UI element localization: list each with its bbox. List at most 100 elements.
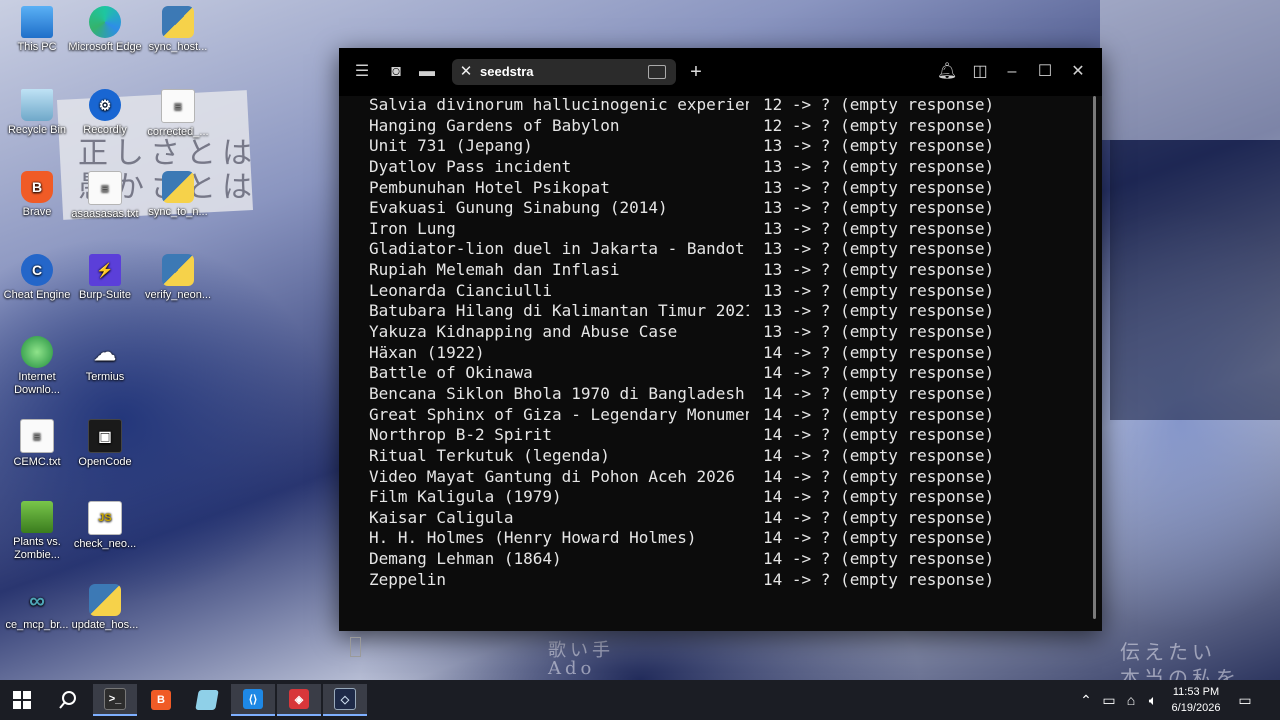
line-status: 13 -> ? (empty response) [763, 301, 995, 321]
line-title: Pembunuhan Hotel Psikopat [369, 177, 610, 197]
line-title: Kaisar Caligula [369, 507, 514, 527]
pvz-icon [21, 501, 53, 533]
taskbar: >_ B ⟨⟩ ◈ ◇ ⌃ ▭ ⌂ 🔈︎ 11:53 PM 6/19/2026 … [0, 680, 1280, 720]
notification-icon[interactable]: ▭ [1232, 680, 1258, 720]
this-pc-icon [21, 6, 53, 38]
js-file-icon: JS [88, 501, 122, 535]
tray-overflow-icon[interactable]: ⌃ [1076, 680, 1096, 720]
desktop-icon-label: corrected_... [147, 126, 209, 138]
desktop-icon[interactable]: ≡ CEMC.txt [0, 419, 74, 469]
desktop-icon[interactable]: JS check_neo... [68, 501, 142, 551]
output-line: Ritual Terkutuk (legenda) 14 -> ? (empty … [369, 446, 1086, 467]
desktop-icon[interactable]: Plants vs. Zombie... [0, 501, 74, 562]
line-status: 14 -> ? (empty response) [763, 363, 995, 383]
scrollbar[interactable] [1093, 96, 1096, 619]
line-title: Film Kaligula (1979) [369, 487, 562, 507]
desktop-icon[interactable]: Internet Downlo... [0, 336, 74, 397]
desktop-icon-label: OpenCode [78, 456, 132, 468]
terminal-window[interactable]: ☰ ◙ ▬ ✕ seedstra + 🔔︎ ◫ – ☐ ✕ Salvia div… [339, 48, 1102, 657]
desktop-icon[interactable]: verify_neon... [141, 254, 215, 302]
line-title: Iron Lung [369, 218, 456, 238]
desktop-icon[interactable]: ⚡ Burp-Suite [68, 254, 142, 302]
desktop-icon-label: Cheat Engine [3, 289, 71, 301]
desktop-icon[interactable]: Recycle Bin [0, 89, 74, 137]
desktop-icon[interactable]: B Brave [0, 171, 74, 219]
line-title: Salvia divinorum hallucinogenic experien [369, 95, 749, 114]
maximize-button[interactable]: ☐ [1033, 60, 1057, 84]
desktop-icon[interactable]: This PC [0, 6, 74, 54]
desktop-icon[interactable]: ⚙ Recordly [68, 89, 142, 137]
line-status: 12 -> ? (empty response) [763, 95, 995, 114]
line-status: 13 -> ? (empty response) [763, 239, 995, 259]
taskbar-notepad[interactable] [185, 684, 229, 716]
title-bar[interactable]: ☰ ◙ ▬ ✕ seedstra + 🔔︎ ◫ – ☐ ✕ [339, 48, 1102, 96]
bell-icon[interactable]: 🔔︎ [935, 60, 959, 84]
desktop-icon-label: Recycle Bin [7, 124, 67, 136]
minimize-button[interactable]: – [1000, 60, 1024, 84]
close-tab-icon[interactable]: ✕ [458, 59, 474, 85]
line-title: Dyatlov Pass incident [369, 156, 572, 176]
line-title: Great Sphinx of Giza - Legendary Monumen [369, 404, 749, 424]
desktop-icon[interactable]: ≡ asaasasas.txt [68, 171, 142, 221]
python-file-icon [162, 6, 194, 38]
pane-icon[interactable] [648, 65, 666, 79]
tab-seedstra[interactable]: ✕ seedstra [452, 59, 676, 85]
split-pane-icon[interactable]: ◫ [968, 60, 992, 84]
desktop-icon[interactable]: sync_to_n... [141, 171, 215, 219]
brave-icon: B [151, 690, 171, 710]
desktop-icon[interactable]: ≡ corrected_... [141, 89, 215, 139]
desktop-icon-label: ce_mcp_br... [5, 619, 69, 631]
tab-title: seedstra [480, 64, 534, 79]
clock[interactable]: 11:53 PM 6/19/2026 [1160, 684, 1232, 716]
folder-icon[interactable]: ▬ [415, 60, 439, 84]
desktop-icon[interactable]: C Cheat Engine [0, 254, 74, 302]
search-icon [59, 691, 76, 709]
cursor [350, 637, 361, 657]
desktop-icon[interactable]: update_hos... [68, 584, 142, 632]
network-icon[interactable]: ⌂ [1120, 680, 1142, 720]
output-line: Demang Lehman (1864) 14 -> ? (empty respo… [369, 549, 1086, 570]
menu-icon[interactable]: ☰ [350, 60, 374, 84]
taskbar-opencode[interactable]: ◇ [323, 684, 367, 716]
copilot-icon[interactable]: ◙ [384, 60, 408, 84]
line-title: Leonarda Cianciulli [369, 280, 553, 300]
line-status: 14 -> ? (empty response) [763, 549, 995, 569]
start-button[interactable] [0, 684, 44, 716]
line-status: 13 -> ? (empty response) [763, 177, 995, 197]
line-status: 14 -> ? (empty response) [763, 569, 995, 589]
taskbar-brave[interactable]: B [139, 684, 183, 716]
line-title: Häxan (1922) [369, 342, 485, 362]
output-line: Bencana Siklon Bhola 1970 di Bangladesh 1… [369, 384, 1086, 405]
line-title: Zeppelin [369, 569, 447, 589]
desktop-icon[interactable]: sync_host... [141, 6, 215, 54]
output-line: Salvia divinorum hallucinogenic experien… [369, 95, 1086, 116]
line-title: Rupiah Melemah dan Inflasi [369, 260, 620, 280]
burp-suite-icon: ⚡ [89, 254, 121, 286]
edge-icon [89, 6, 121, 38]
taskbar-vscode[interactable]: ⟨⟩ [231, 684, 275, 716]
text-file-icon: ≡ [88, 171, 122, 205]
desktop-icon-label: asaasasas.txt [71, 208, 139, 220]
desktop-icon-label: Burp-Suite [79, 289, 131, 301]
output-line: Unit 731 (Jepang) 13 -> ? (empty response… [369, 136, 1086, 157]
line-status: 13 -> ? (empty response) [763, 198, 995, 218]
desktop-icon-label: This PC [17, 41, 57, 53]
battery-icon[interactable]: ▭ [1098, 680, 1120, 720]
taskbar-app[interactable]: ◈ [277, 684, 321, 716]
taskbar-terminal[interactable]: >_ [93, 684, 137, 716]
line-status: 14 -> ? (empty response) [763, 528, 995, 548]
desktop-icon[interactable]: ☁ Termius [68, 336, 142, 384]
search-button[interactable] [46, 684, 90, 716]
new-tab-button[interactable]: + [684, 60, 708, 84]
desktop-icon[interactable]: Microsoft Edge [68, 6, 142, 54]
wallpaper-jp-text: 伝えたい [1120, 640, 1216, 664]
line-status: 13 -> ? (empty response) [763, 156, 995, 176]
cheat-engine-icon: C [21, 254, 53, 286]
close-button[interactable]: ✕ [1066, 60, 1090, 84]
line-title: Evakuasi Gunung Sinabung (2014) [369, 198, 668, 218]
desktop-icon[interactable]: ▣ OpenCode [68, 419, 142, 469]
output-line: Häxan (1922) 14 -> ? (empty response) [369, 343, 1086, 364]
terminal-output[interactable]: Salvia divinorum hallucinogenic experien… [350, 95, 1086, 657]
desktop-icon[interactable]: ∞ ce_mcp_br... [0, 584, 74, 632]
termius-icon: ☁ [94, 339, 116, 365]
